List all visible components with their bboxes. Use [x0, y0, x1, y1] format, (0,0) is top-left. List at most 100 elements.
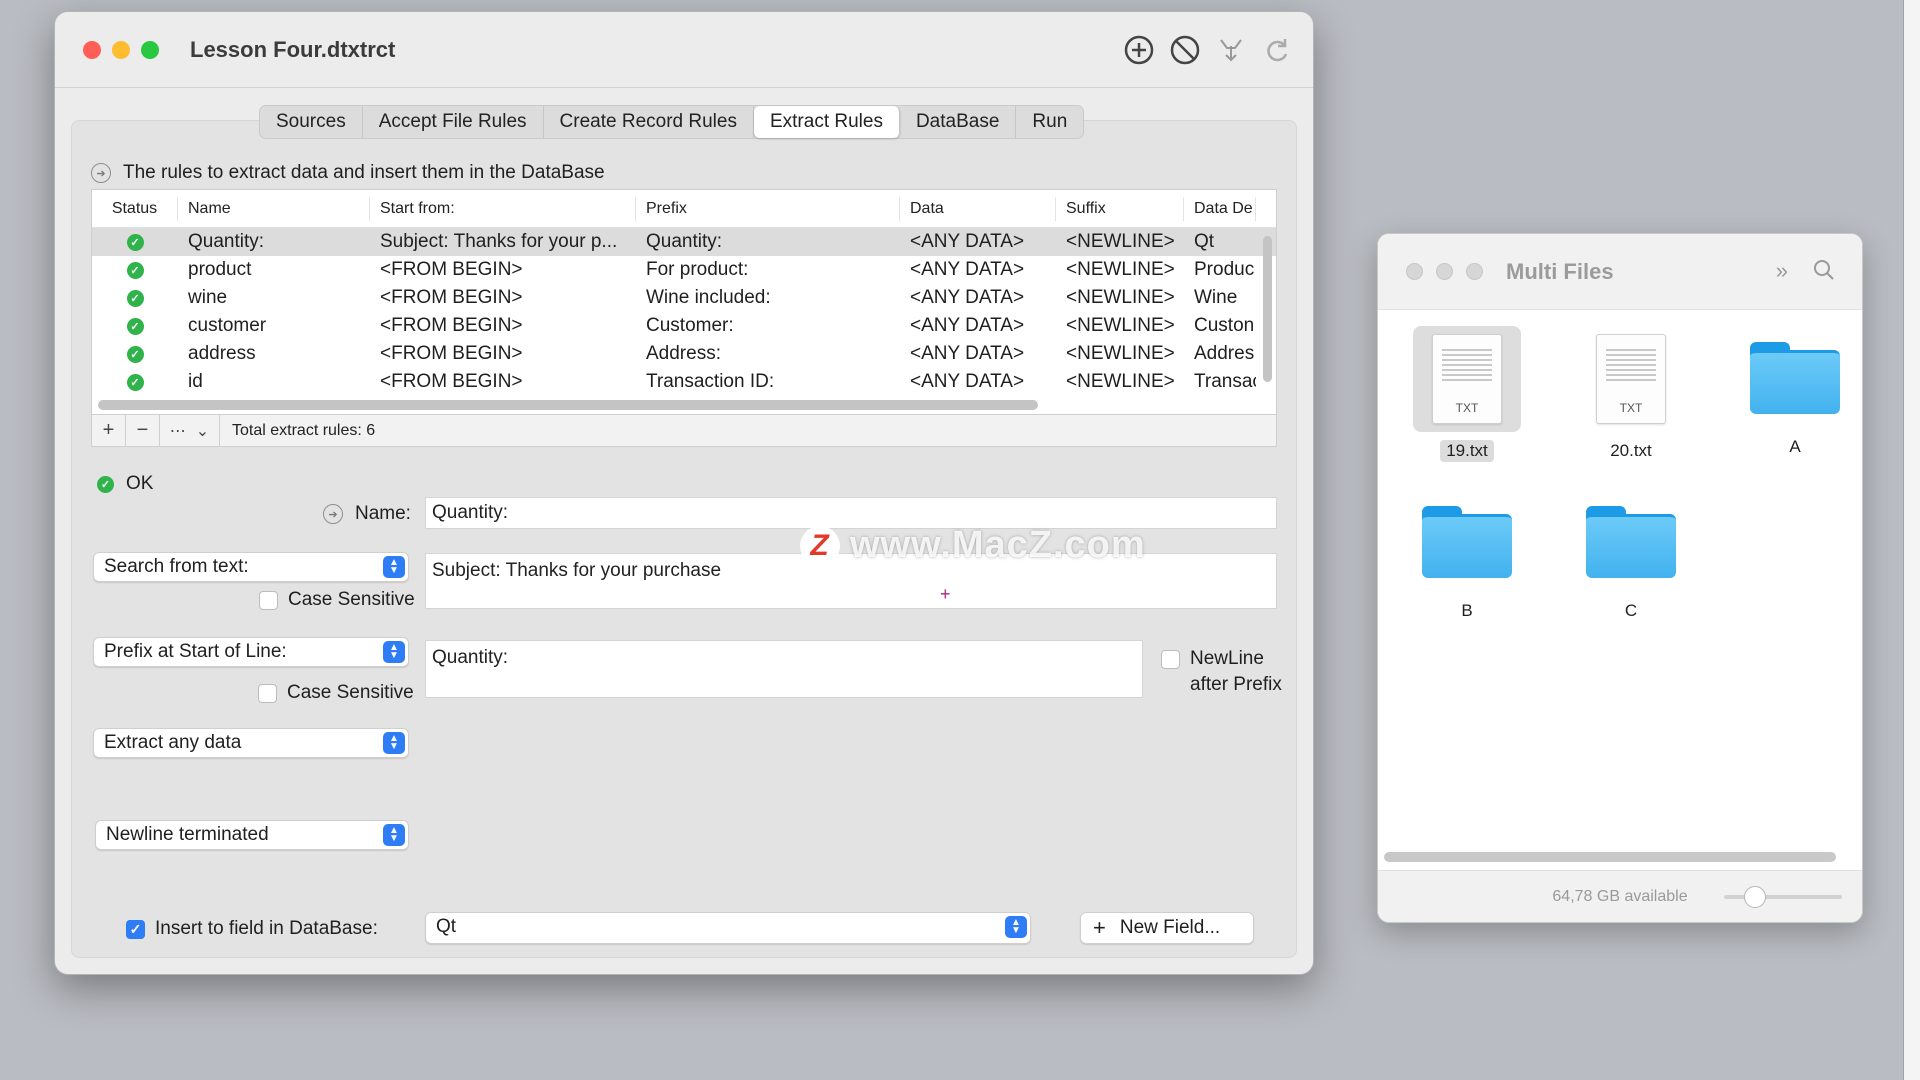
- add-rule-button[interactable]: +: [92, 414, 126, 447]
- remove-rule-button[interactable]: −: [126, 414, 160, 447]
- start-cell: <FROM BEGIN>: [380, 259, 523, 280]
- column-header-prefix[interactable]: Prefix: [636, 196, 900, 221]
- case-sensitive-search[interactable]: Case Sensitive: [259, 589, 415, 611]
- checkbox[interactable]: [258, 683, 277, 703]
- horizontal-scrollbar[interactable]: [1384, 852, 1836, 862]
- prefix-cell: For product:: [646, 259, 749, 280]
- chevron-updown-icon: ▲ ▼: [383, 641, 405, 663]
- column-header-start-from[interactable]: Start from:: [370, 196, 636, 221]
- table-row[interactable]: ✓ customer <FROM BEGIN> Customer: <ANY D…: [92, 312, 1276, 340]
- finder-window: Multi Files » TXT 19.txt TXT 20.txt A B …: [1377, 233, 1863, 923]
- new-field-button[interactable]: + New Field...: [1080, 912, 1254, 944]
- checkbox-checked[interactable]: ✓: [126, 919, 145, 939]
- extract-icon[interactable]: [1213, 32, 1249, 68]
- chevron-double-right-icon[interactable]: »: [1776, 258, 1788, 288]
- database-field-value: Qt: [436, 916, 457, 937]
- search-mode-popup[interactable]: Search from text: ▲ ▼: [93, 552, 409, 582]
- column-header-name[interactable]: Name: [178, 196, 370, 221]
- tab-create-record-rules[interactable]: Create Record Rules: [544, 106, 754, 138]
- suffix-cell: <NEWLINE>: [1066, 315, 1175, 336]
- description-text: The rules to extract data and insert the…: [123, 162, 605, 183]
- arrow-circle-icon[interactable]: ➔: [323, 504, 343, 524]
- file-item[interactable]: TXT 20.txt: [1566, 334, 1696, 462]
- start-cell: <FROM BEGIN>: [380, 343, 523, 364]
- table-row[interactable]: ✓ id <FROM BEGIN> Transaction ID: <ANY D…: [92, 368, 1276, 392]
- arrow-circle-icon: ➔: [91, 163, 111, 183]
- file-name: 20.txt: [1610, 441, 1652, 460]
- folder-item[interactable]: A: [1730, 342, 1860, 458]
- terminator-popup[interactable]: Newline terminated ▲ ▼: [95, 820, 409, 850]
- add-circle-icon[interactable]: [1121, 32, 1157, 68]
- table-body: ✓ Quantity: Subject: Thanks for your p..…: [92, 228, 1276, 392]
- zoom-button[interactable]: [141, 40, 159, 59]
- case-sensitive-prefix[interactable]: Case Sensitive: [258, 682, 414, 704]
- window-title: Lesson Four.dtxtrct: [190, 36, 396, 62]
- insert-to-field[interactable]: ✓ Insert to field in DataBase:: [126, 918, 378, 940]
- close-button[interactable]: [1406, 263, 1423, 280]
- tab-accept-file-rules[interactable]: Accept File Rules: [363, 106, 544, 138]
- column-header-data-dest[interactable]: Data De: [1184, 196, 1256, 221]
- newline-after-prefix[interactable]: NewLine after Prefix: [1161, 648, 1282, 696]
- case-sensitive-label: Case Sensitive: [288, 589, 415, 610]
- column-header-status[interactable]: Status: [92, 196, 178, 221]
- extract-mode-popup[interactable]: Extract any data ▲ ▼: [93, 728, 409, 758]
- data-cell: <ANY DATA>: [910, 315, 1025, 336]
- search-text-value: Subject: Thanks for your purchase: [432, 560, 722, 581]
- table-row[interactable]: ✓ wine <FROM BEGIN> Wine included: <ANY …: [92, 284, 1276, 312]
- prefix-cell: Transaction ID:: [646, 371, 775, 392]
- actions-menu-button[interactable]: ⋯ ⌄: [160, 414, 220, 447]
- data-cell: <ANY DATA>: [910, 287, 1025, 308]
- status-cell: ✓: [92, 289, 178, 307]
- check-icon: ✓: [126, 261, 144, 279]
- tab-database[interactable]: DataBase: [900, 106, 1017, 138]
- minimize-button[interactable]: [112, 40, 130, 59]
- check-icon: ✓: [126, 289, 144, 307]
- stop-icon[interactable]: [1167, 32, 1203, 68]
- status-cell: ✓: [92, 373, 178, 391]
- icon-size-slider[interactable]: [1724, 886, 1842, 908]
- table-row[interactable]: ✓ Quantity: Subject: Thanks for your p..…: [92, 228, 1276, 256]
- checkbox[interactable]: [259, 590, 278, 610]
- vertical-scrollbar[interactable]: [1263, 236, 1272, 382]
- prefix-field[interactable]: Quantity:: [425, 640, 1143, 698]
- prefix-mode-label: Prefix at Start of Line:: [104, 641, 287, 662]
- search-mode-label: Search from text:: [104, 556, 249, 577]
- refresh-icon[interactable]: [1259, 32, 1295, 68]
- desktop-edge: [1903, 0, 1920, 1080]
- table-row[interactable]: ✓ product <FROM BEGIN> For product: <ANY…: [92, 256, 1276, 284]
- file-item[interactable]: TXT 19.txt: [1402, 326, 1532, 462]
- data-cell: <ANY DATA>: [910, 371, 1025, 392]
- checkbox[interactable]: [1161, 650, 1180, 669]
- folder-name: B: [1461, 601, 1473, 620]
- status-cell: ✓: [92, 261, 178, 279]
- column-header-data[interactable]: Data: [900, 196, 1056, 221]
- dest-cell: Qt: [1194, 231, 1215, 252]
- folder-icon: [1750, 342, 1840, 414]
- folder-item[interactable]: B: [1402, 506, 1532, 622]
- folder-item[interactable]: C: [1566, 506, 1696, 622]
- prefix-cell: Customer:: [646, 315, 734, 336]
- tab-sources[interactable]: Sources: [260, 106, 363, 138]
- case-sensitive-label: Case Sensitive: [287, 682, 414, 703]
- terminator-label: Newline terminated: [106, 824, 269, 845]
- table-row[interactable]: ✓ address <FROM BEGIN> Address: <ANY DAT…: [92, 340, 1276, 368]
- newline-label: NewLine after Prefix: [1190, 648, 1282, 696]
- prefix-mode-popup[interactable]: Prefix at Start of Line: ▲ ▼: [93, 637, 409, 667]
- chevron-updown-icon: ▲ ▼: [383, 732, 405, 754]
- search-icon[interactable]: [1812, 258, 1836, 288]
- tab-extract-rules[interactable]: Extract Rules: [753, 106, 900, 138]
- file-type-label: TXT: [1619, 401, 1643, 415]
- folder-name: C: [1624, 601, 1638, 620]
- title-bar: Lesson Four.dtxtrct: [55, 12, 1313, 88]
- data-cell: <ANY DATA>: [910, 343, 1025, 364]
- slider-knob[interactable]: [1744, 886, 1766, 908]
- database-field-popup[interactable]: Qt ▲ ▼: [425, 912, 1031, 944]
- minimize-button[interactable]: [1436, 263, 1453, 280]
- horizontal-scrollbar[interactable]: [98, 400, 1038, 410]
- close-button[interactable]: [83, 40, 101, 59]
- status-cell: ✓: [92, 317, 178, 335]
- tab-run[interactable]: Run: [1016, 106, 1083, 138]
- zoom-button[interactable]: [1466, 263, 1483, 280]
- column-header-suffix[interactable]: Suffix: [1056, 196, 1184, 221]
- chevron-updown-icon: ▲ ▼: [383, 556, 405, 578]
